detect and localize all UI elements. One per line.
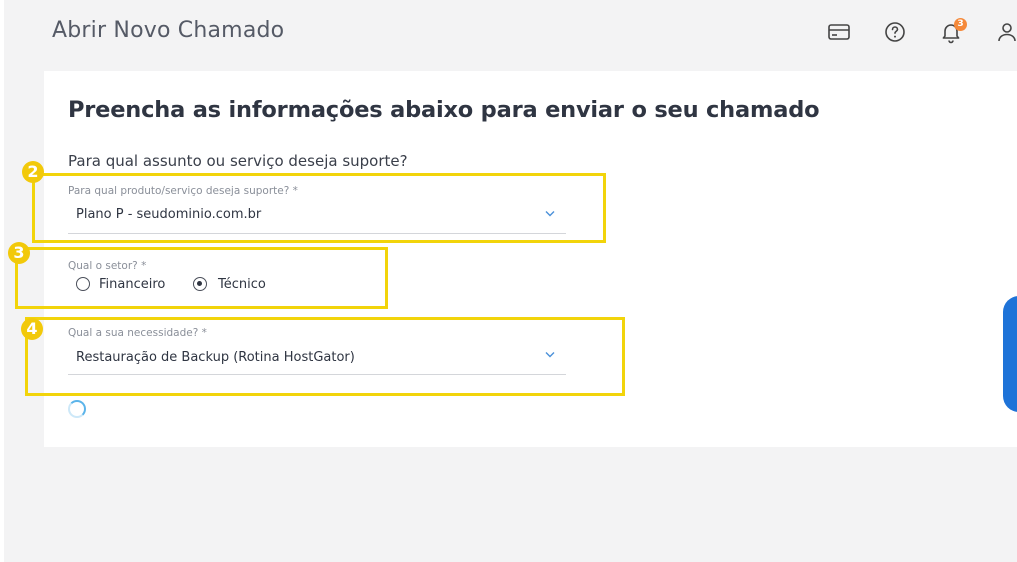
sector-field-label: Qual o setor? * (68, 260, 147, 272)
radio-tecnico-label[interactable]: Técnico (218, 277, 266, 292)
loading-spinner-icon (68, 400, 86, 418)
radio-tecnico[interactable] (193, 277, 207, 291)
product-select[interactable]: Plano P - seudominio.com.br (76, 207, 261, 222)
radio-selected-dot (197, 281, 202, 286)
radio-financeiro-label[interactable]: Financeiro (99, 277, 165, 292)
card-icon[interactable] (827, 20, 851, 44)
help-icon[interactable] (883, 20, 907, 44)
product-field-underline (68, 233, 566, 234)
step-badge-2: 2 (22, 161, 44, 183)
user-icon[interactable] (995, 20, 1017, 44)
form-title: Preencha as informações abaixo para envi… (68, 97, 820, 123)
product-field-label: Para qual produto/serviço deseja suporte… (68, 185, 298, 197)
step-badge-4: 4 (21, 318, 43, 340)
chevron-down-icon[interactable] (545, 210, 555, 217)
page-title: Abrir Novo Chamado (52, 18, 285, 43)
radio-financeiro[interactable] (76, 277, 90, 291)
chevron-down-icon[interactable] (545, 351, 555, 358)
need-field-label: Qual a sua necessidade? * (68, 327, 207, 339)
subject-question: Para qual assunto ou serviço deseja supo… (68, 152, 408, 170)
need-select[interactable]: Restauração de Backup (Rotina HostGator) (76, 350, 355, 365)
notification-badge: 3 (954, 18, 967, 31)
left-edge (0, 0, 4, 562)
side-chat-tab[interactable] (1003, 296, 1017, 412)
need-field-underline (68, 374, 566, 375)
step-badge-3: 3 (8, 242, 30, 264)
